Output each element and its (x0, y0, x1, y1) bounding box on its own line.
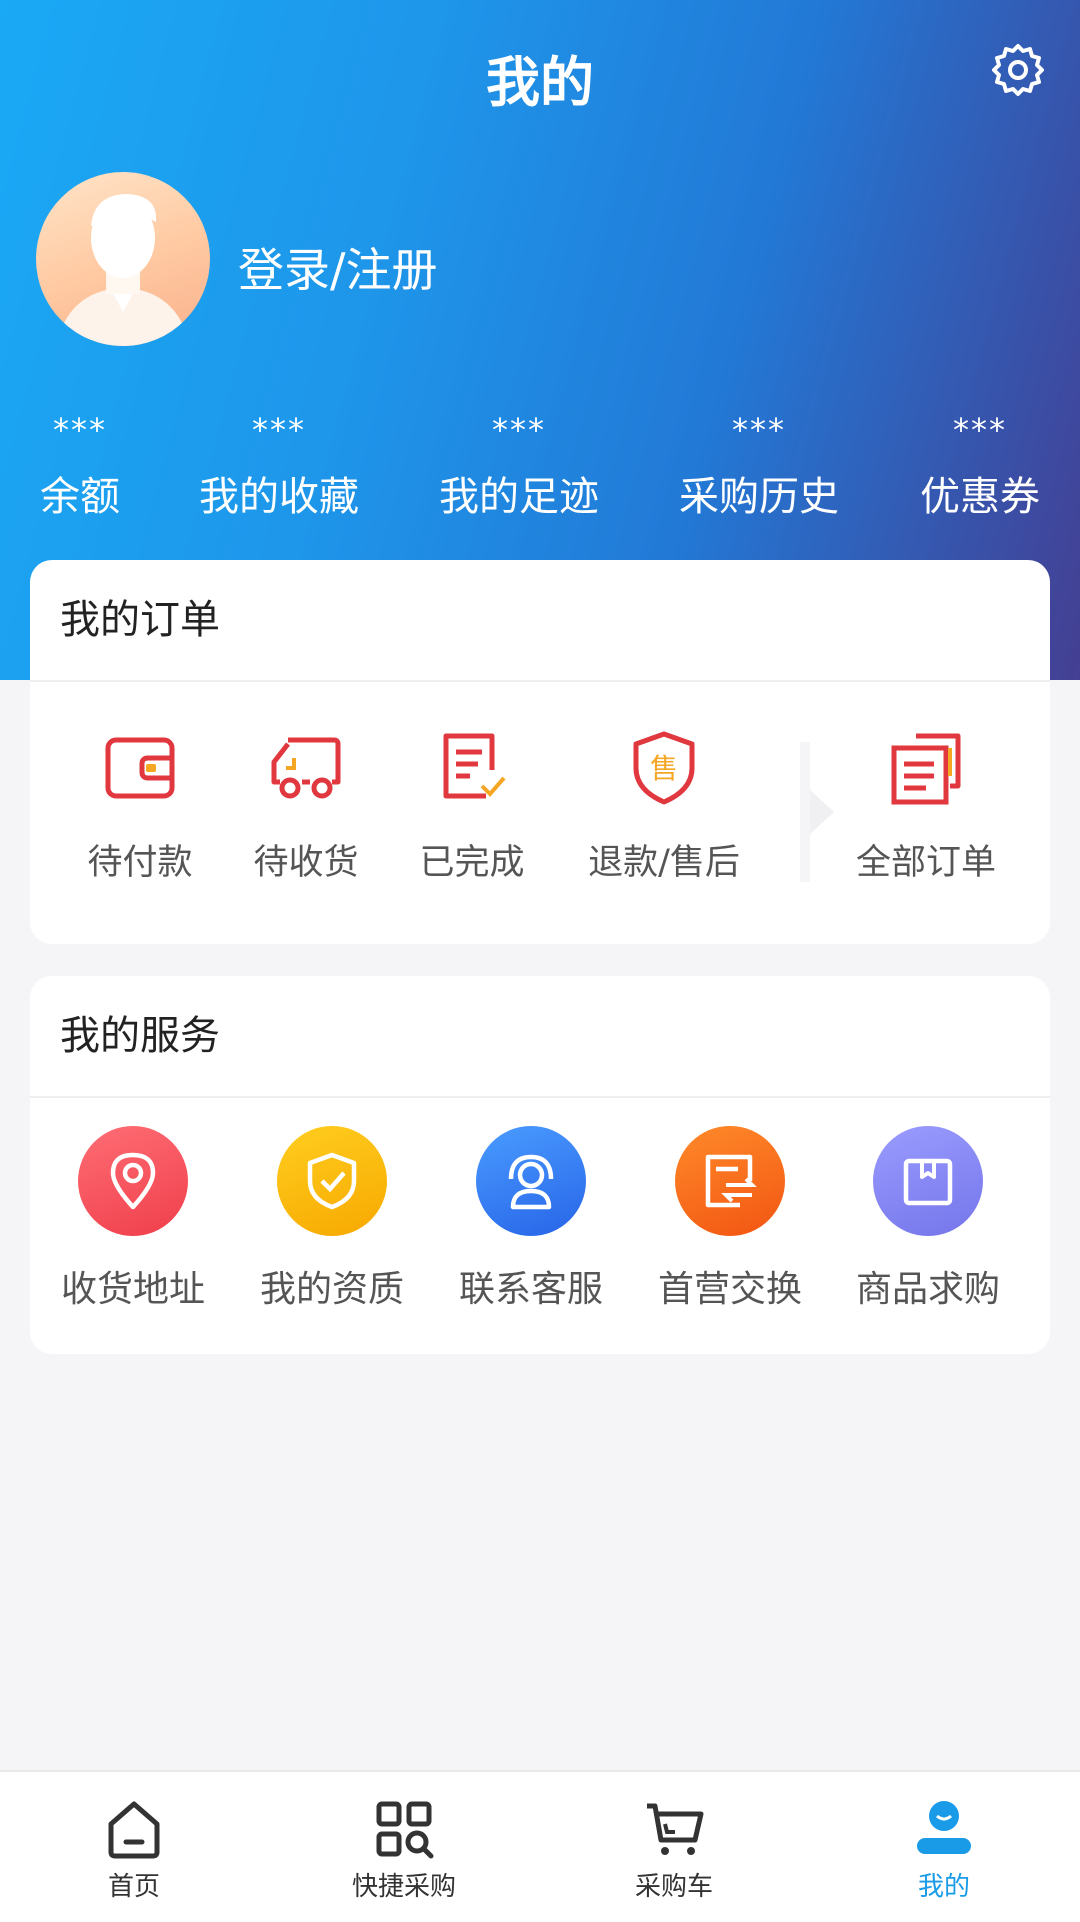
service-first-exchange[interactable]: 首营交换 (635, 1126, 825, 1312)
service-label: 联系客服 (458, 1269, 603, 1310)
stat-label: 采购历史 (679, 474, 839, 520)
tab-label: 我的 (917, 1872, 970, 1902)
shield-check-icon (277, 1126, 387, 1236)
service-qualification[interactable]: 我的资质 (237, 1126, 427, 1312)
documents-icon (891, 733, 961, 805)
tab-cart[interactable]: 采购车 (574, 1798, 774, 1903)
user-icon (917, 1801, 971, 1854)
orders-title: 我的订单 (30, 560, 1050, 682)
stat-value: *** (953, 411, 1007, 449)
stat-balance[interactable]: *** 余额 (40, 410, 120, 522)
stat-label: 我的足迹 (439, 474, 599, 520)
order-label: 退款/售后 (588, 843, 740, 883)
stat-value: *** (53, 411, 107, 449)
customer-service-icon (476, 1126, 586, 1236)
stat-value: *** (732, 411, 786, 449)
order-pending-payment[interactable]: 待付款 (50, 730, 230, 885)
orders-card: 我的订单 待付款 待收货 已完成 售 退款/售后 全部订单 (30, 560, 1050, 944)
tab-label: 首页 (107, 1872, 160, 1902)
service-customer-support[interactable]: 联系客服 (436, 1126, 626, 1312)
order-label: 待收货 (253, 843, 359, 883)
qr-search-icon (376, 1801, 434, 1859)
stat-favorites[interactable]: *** 我的收藏 (199, 410, 359, 522)
stat-label: 优惠券 (920, 474, 1040, 520)
home-icon (108, 1801, 160, 1859)
page-title: 我的 (486, 51, 594, 114)
document-check-icon (443, 733, 506, 799)
truck-icon (271, 737, 341, 799)
order-completed[interactable]: 已完成 (382, 730, 562, 885)
stat-footprints[interactable]: *** 我的足迹 (439, 410, 599, 522)
stat-value: *** (252, 411, 306, 449)
tab-home[interactable]: 首页 (34, 1798, 234, 1903)
stat-value: *** (492, 411, 546, 449)
order-pending-receipt[interactable]: 待收货 (216, 730, 396, 885)
services-card: 我的服务 收货地址 我的资质 联系客服 首营交换 商品求购 (30, 976, 1050, 1354)
order-all[interactable]: 全部订单 (836, 730, 1016, 885)
service-label: 首营交换 (657, 1269, 802, 1310)
cart-icon (647, 1803, 704, 1855)
stat-label: 我的收藏 (199, 474, 359, 520)
avatar[interactable] (36, 172, 210, 346)
svg-text:售: 售 (650, 752, 678, 785)
stat-coupons[interactable]: *** 优惠券 (920, 410, 1040, 522)
tab-label: 快捷采购 (351, 1872, 456, 1902)
bottom-tab-bar: 首页 快捷采购 采购车 我的 (0, 1770, 1080, 1922)
divider-arrow (800, 742, 834, 882)
tab-mine[interactable]: 我的 (844, 1798, 1044, 1903)
order-label: 已完成 (419, 843, 525, 883)
stat-purchase-history[interactable]: *** 采购历史 (679, 410, 839, 522)
wallet-icon (105, 737, 175, 799)
shield-sale-icon: 售 (633, 731, 695, 805)
exchange-icon (675, 1126, 785, 1236)
services-title: 我的服务 (30, 976, 1050, 1098)
service-label: 我的资质 (259, 1269, 404, 1310)
tab-label: 采购车 (634, 1872, 713, 1902)
login-register-link[interactable]: 登录/注册 (238, 234, 438, 300)
service-product-request[interactable]: 商品求购 (833, 1126, 1023, 1312)
location-pin-icon (78, 1126, 188, 1236)
tab-quick-purchase[interactable]: 快捷采购 (304, 1798, 504, 1903)
service-shipping-address[interactable]: 收货地址 (38, 1126, 228, 1312)
service-label: 收货地址 (60, 1269, 205, 1310)
order-refund-aftersale[interactable]: 售 退款/售后 (574, 730, 754, 885)
order-label: 待付款 (87, 843, 193, 883)
gear-icon[interactable] (990, 42, 1046, 98)
order-label: 全部订单 (855, 843, 996, 883)
stats-row: *** 余额 *** 我的收藏 *** 我的足迹 *** 采购历史 *** 优惠… (0, 410, 1080, 520)
service-label: 商品求购 (855, 1269, 1000, 1310)
box-icon (873, 1126, 983, 1236)
stat-label: 余额 (40, 474, 120, 520)
